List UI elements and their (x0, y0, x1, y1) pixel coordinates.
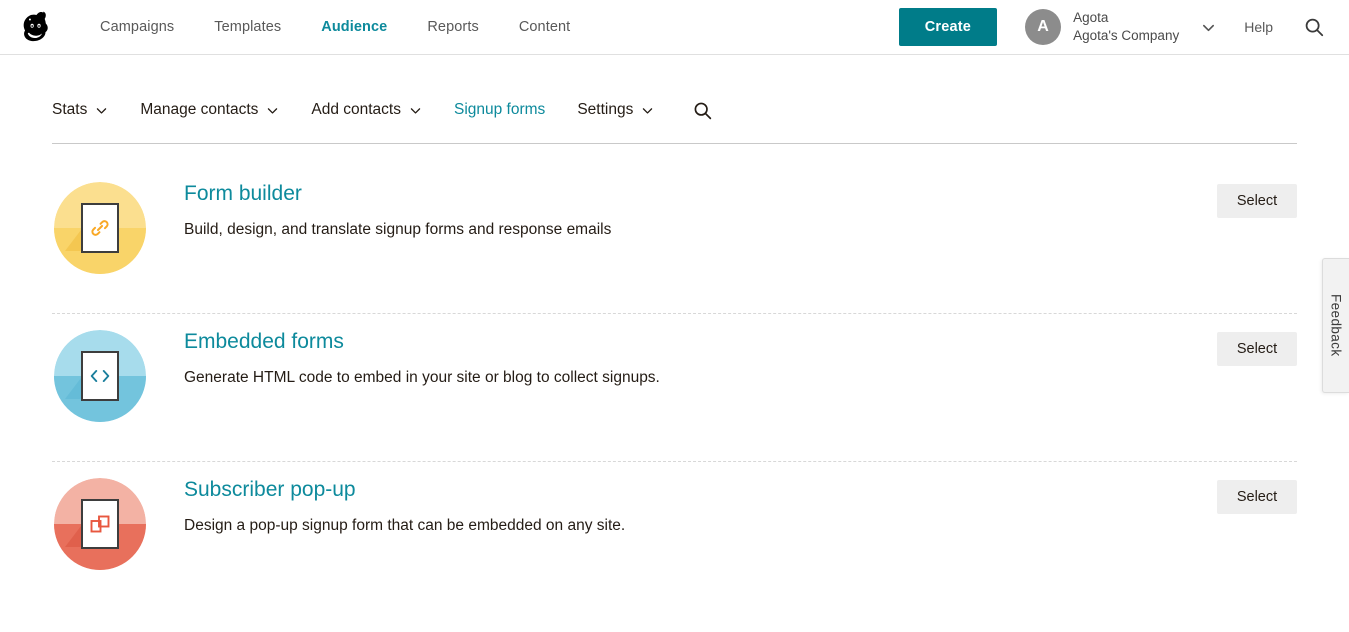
signup-forms-list: Form builder Build, design, and translat… (52, 144, 1297, 610)
nav-item-reports[interactable]: Reports (407, 0, 498, 55)
list-item-body: Form builder Build, design, and translat… (146, 166, 1137, 241)
list-item[interactable]: Subscriber pop-up Design a pop-up signup… (52, 462, 1297, 610)
audience-subnav: Stats Manage contacts Add contacts (52, 55, 1297, 143)
select-button-embedded-forms[interactable]: Select (1217, 332, 1297, 366)
account-menu[interactable]: A Agota Agota's Company (1025, 9, 1216, 45)
nav-item-campaigns[interactable]: Campaigns (80, 0, 194, 55)
list-item[interactable]: Embedded forms Generate HTML code to emb… (52, 314, 1297, 462)
avatar: A (1025, 9, 1061, 45)
top-header: Campaigns Templates Audience Reports Con… (0, 0, 1349, 55)
nav-item-content[interactable]: Content (499, 0, 591, 55)
subnav-search-icon[interactable] (692, 100, 713, 121)
embedded-forms-title[interactable]: Embedded forms (184, 328, 344, 355)
account-name: Agota (1073, 9, 1179, 27)
list-item-action: Select (1137, 462, 1297, 514)
subnav-label-signup-forms: Signup forms (454, 101, 545, 119)
main-navigation: Campaigns Templates Audience Reports Con… (80, 0, 590, 54)
subnav-item-manage-contacts[interactable]: Manage contacts (140, 101, 279, 119)
header-actions: Create A Agota Agota's Company Help (899, 0, 1349, 54)
help-link[interactable]: Help (1244, 19, 1273, 35)
chevron-down-icon[interactable] (1201, 20, 1216, 35)
subnav-item-signup-forms[interactable]: Signup forms (454, 101, 545, 119)
mailchimp-freddie-logo[interactable] (12, 5, 56, 49)
icon-card (81, 499, 119, 549)
list-item-action: Select (1137, 166, 1297, 218)
subnav-label-add-contacts: Add contacts (311, 101, 401, 119)
list-item-body: Subscriber pop-up Design a pop-up signup… (146, 462, 1137, 537)
link-chain-icon (54, 182, 146, 274)
nav-item-audience[interactable]: Audience (301, 0, 407, 55)
subnav-label-manage-contacts: Manage contacts (140, 101, 258, 119)
chevron-down-icon (266, 104, 279, 117)
subnav-item-add-contacts[interactable]: Add contacts (311, 101, 422, 119)
nav-item-templates[interactable]: Templates (194, 0, 301, 55)
form-builder-description: Build, design, and translate signup form… (184, 219, 1137, 241)
embedded-forms-description: Generate HTML code to embed in your site… (184, 367, 1137, 389)
subscriber-popup-description: Design a pop-up signup form that can be … (184, 515, 1137, 537)
subnav-label-settings: Settings (577, 101, 633, 119)
subnav-item-stats[interactable]: Stats (52, 101, 108, 119)
page-content: Stats Manage contacts Add contacts (0, 55, 1349, 610)
account-text: Agota Agota's Company (1073, 9, 1179, 44)
select-button-form-builder[interactable]: Select (1217, 184, 1297, 218)
create-button[interactable]: Create (899, 8, 997, 46)
overlapping-squares-icon (54, 478, 146, 570)
form-builder-title[interactable]: Form builder (184, 180, 302, 207)
code-brackets-icon (54, 330, 146, 422)
list-item[interactable]: Form builder Build, design, and translat… (52, 166, 1297, 314)
chevron-down-icon (409, 104, 422, 117)
subnav-label-stats: Stats (52, 101, 87, 119)
feedback-tab-label: Feedback (1329, 294, 1344, 357)
list-item-body: Embedded forms Generate HTML code to emb… (146, 314, 1137, 389)
account-company: Agota's Company (1073, 27, 1179, 45)
feedback-tab[interactable]: Feedback (1322, 258, 1349, 393)
icon-card (81, 351, 119, 401)
subscriber-popup-title[interactable]: Subscriber pop-up (184, 476, 356, 503)
icon-card (81, 203, 119, 253)
list-item-action: Select (1137, 314, 1297, 366)
subnav-item-settings[interactable]: Settings (577, 101, 654, 119)
search-icon[interactable] (1303, 16, 1325, 38)
chevron-down-icon (641, 104, 654, 117)
chevron-down-icon (95, 104, 108, 117)
select-button-subscriber-popup[interactable]: Select (1217, 480, 1297, 514)
